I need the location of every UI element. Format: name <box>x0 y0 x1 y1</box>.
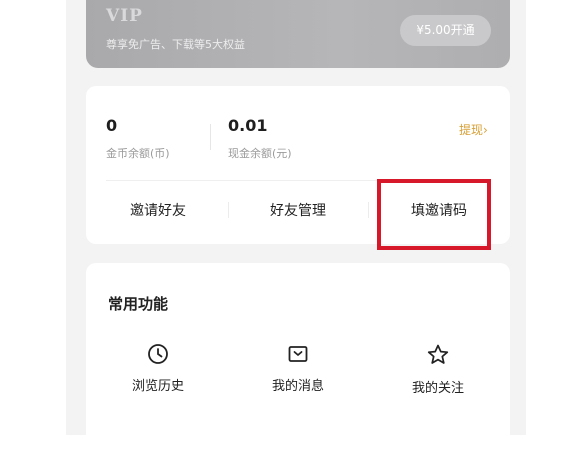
invite-friends-button[interactable]: 邀请好友 <box>88 200 228 220</box>
coin-balance-value: 0 <box>106 116 118 135</box>
cash-balance-label: 现金余额(元) <box>228 147 292 160</box>
withdraw-link[interactable]: 提现› <box>459 121 488 138</box>
coin-balance-label: 金币余额(币) <box>106 147 170 160</box>
feature-history-label: 浏览历史 <box>131 379 184 394</box>
balance-divider <box>210 124 211 150</box>
feature-messages-label: 我的消息 <box>271 379 324 394</box>
clock-icon <box>148 344 168 364</box>
vip-activate-button[interactable]: ¥5.00开通 <box>400 15 491 46</box>
vip-subtitle: 尊享免广告、下载等5大权益 <box>106 38 245 51</box>
vip-banner[interactable]: VIP 尊享免广告、下载等5大权益 ¥5.00开通 <box>86 0 510 68</box>
cash-balance-value: 0.01 <box>228 116 268 135</box>
message-icon <box>288 346 308 362</box>
feature-messages[interactable]: 我的消息 <box>248 343 348 394</box>
features-card: 常用功能 浏览历史 我的消息 我的关注 <box>86 263 510 463</box>
profile-screen: VIP 尊享免广告、下载等5大权益 ¥5.00开通 0 金币余额(币) 0.01… <box>66 0 526 463</box>
coin-balance[interactable]: 0 金币余额(币) <box>106 116 170 161</box>
feature-follows-label: 我的关注 <box>411 381 464 396</box>
features-title: 常用功能 <box>108 295 169 313</box>
vip-title: VIP <box>106 6 143 26</box>
cash-balance[interactable]: 0.01 现金余额(元) <box>228 116 292 161</box>
highlight-box <box>377 179 491 250</box>
manage-friends-button[interactable]: 好友管理 <box>228 200 368 220</box>
star-icon <box>427 344 449 364</box>
feature-follows[interactable]: 我的关注 <box>388 343 488 396</box>
feature-history[interactable]: 浏览历史 <box>108 343 208 394</box>
